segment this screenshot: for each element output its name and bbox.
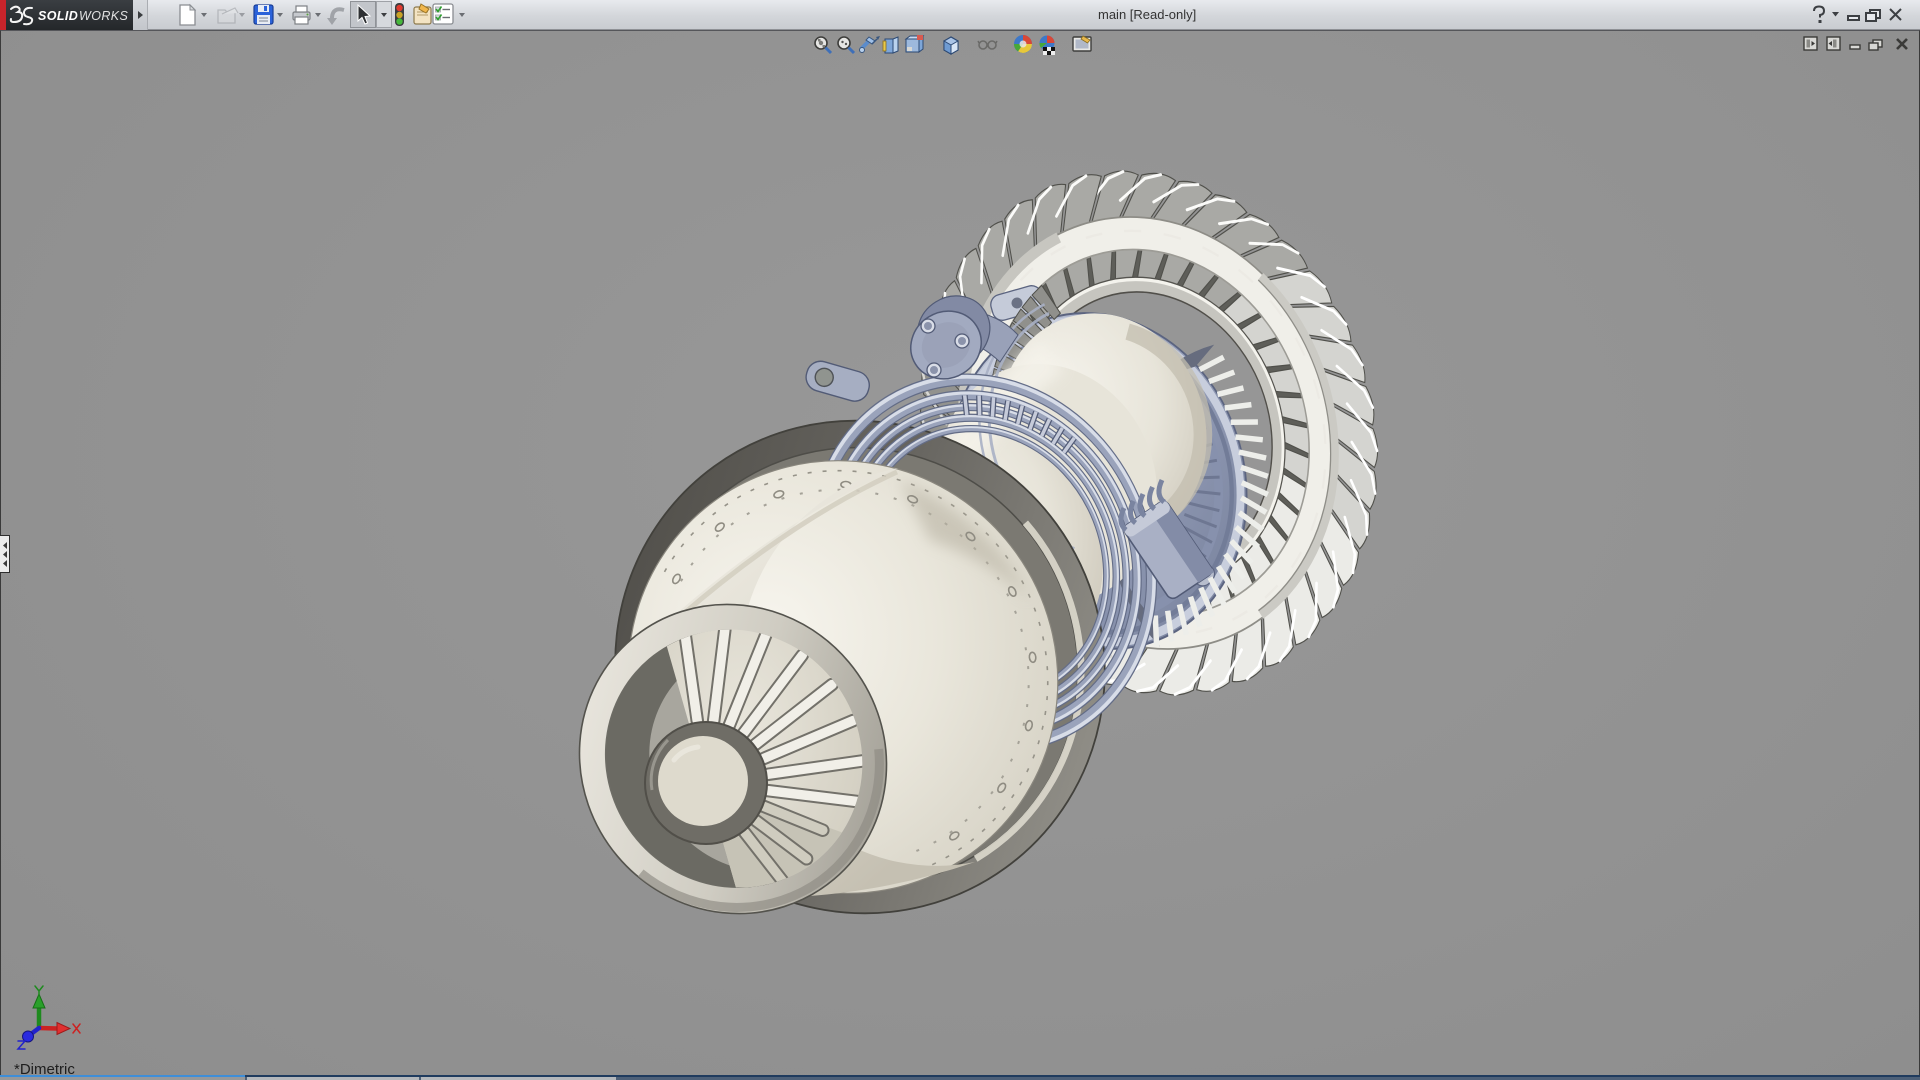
- svg-text:SOLID: SOLID: [38, 9, 78, 23]
- svg-text:WORKS: WORKS: [79, 9, 128, 23]
